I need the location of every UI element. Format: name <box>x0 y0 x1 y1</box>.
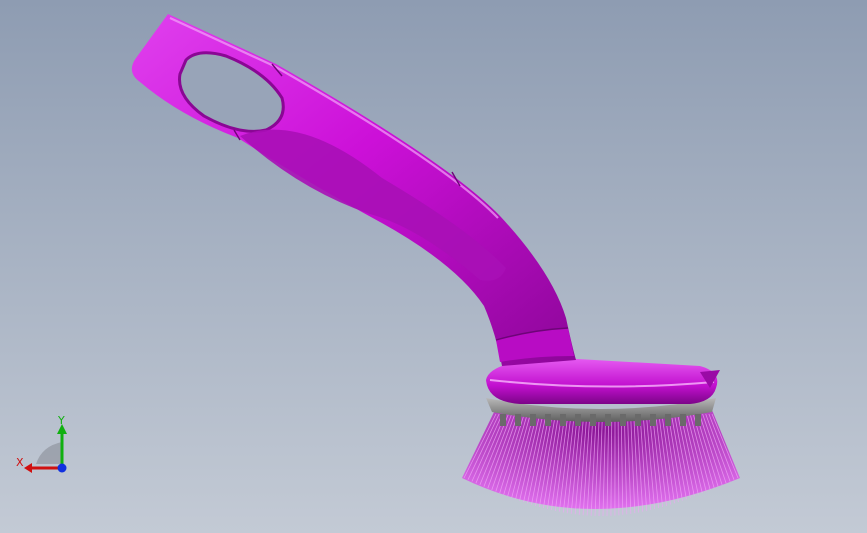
y-axis-label: Y <box>57 414 65 427</box>
x-axis-label: X <box>16 456 24 469</box>
triad-plane <box>36 442 62 464</box>
brush-handle <box>131 14 577 366</box>
x-axis-arrow <box>24 463 32 473</box>
reference-triad[interactable]: Y X <box>12 412 76 478</box>
brush-head <box>486 358 720 404</box>
graphics-viewport[interactable]: Y X <box>0 0 867 533</box>
brush-model[interactable] <box>0 0 867 533</box>
z-axis-dot <box>57 463 67 473</box>
